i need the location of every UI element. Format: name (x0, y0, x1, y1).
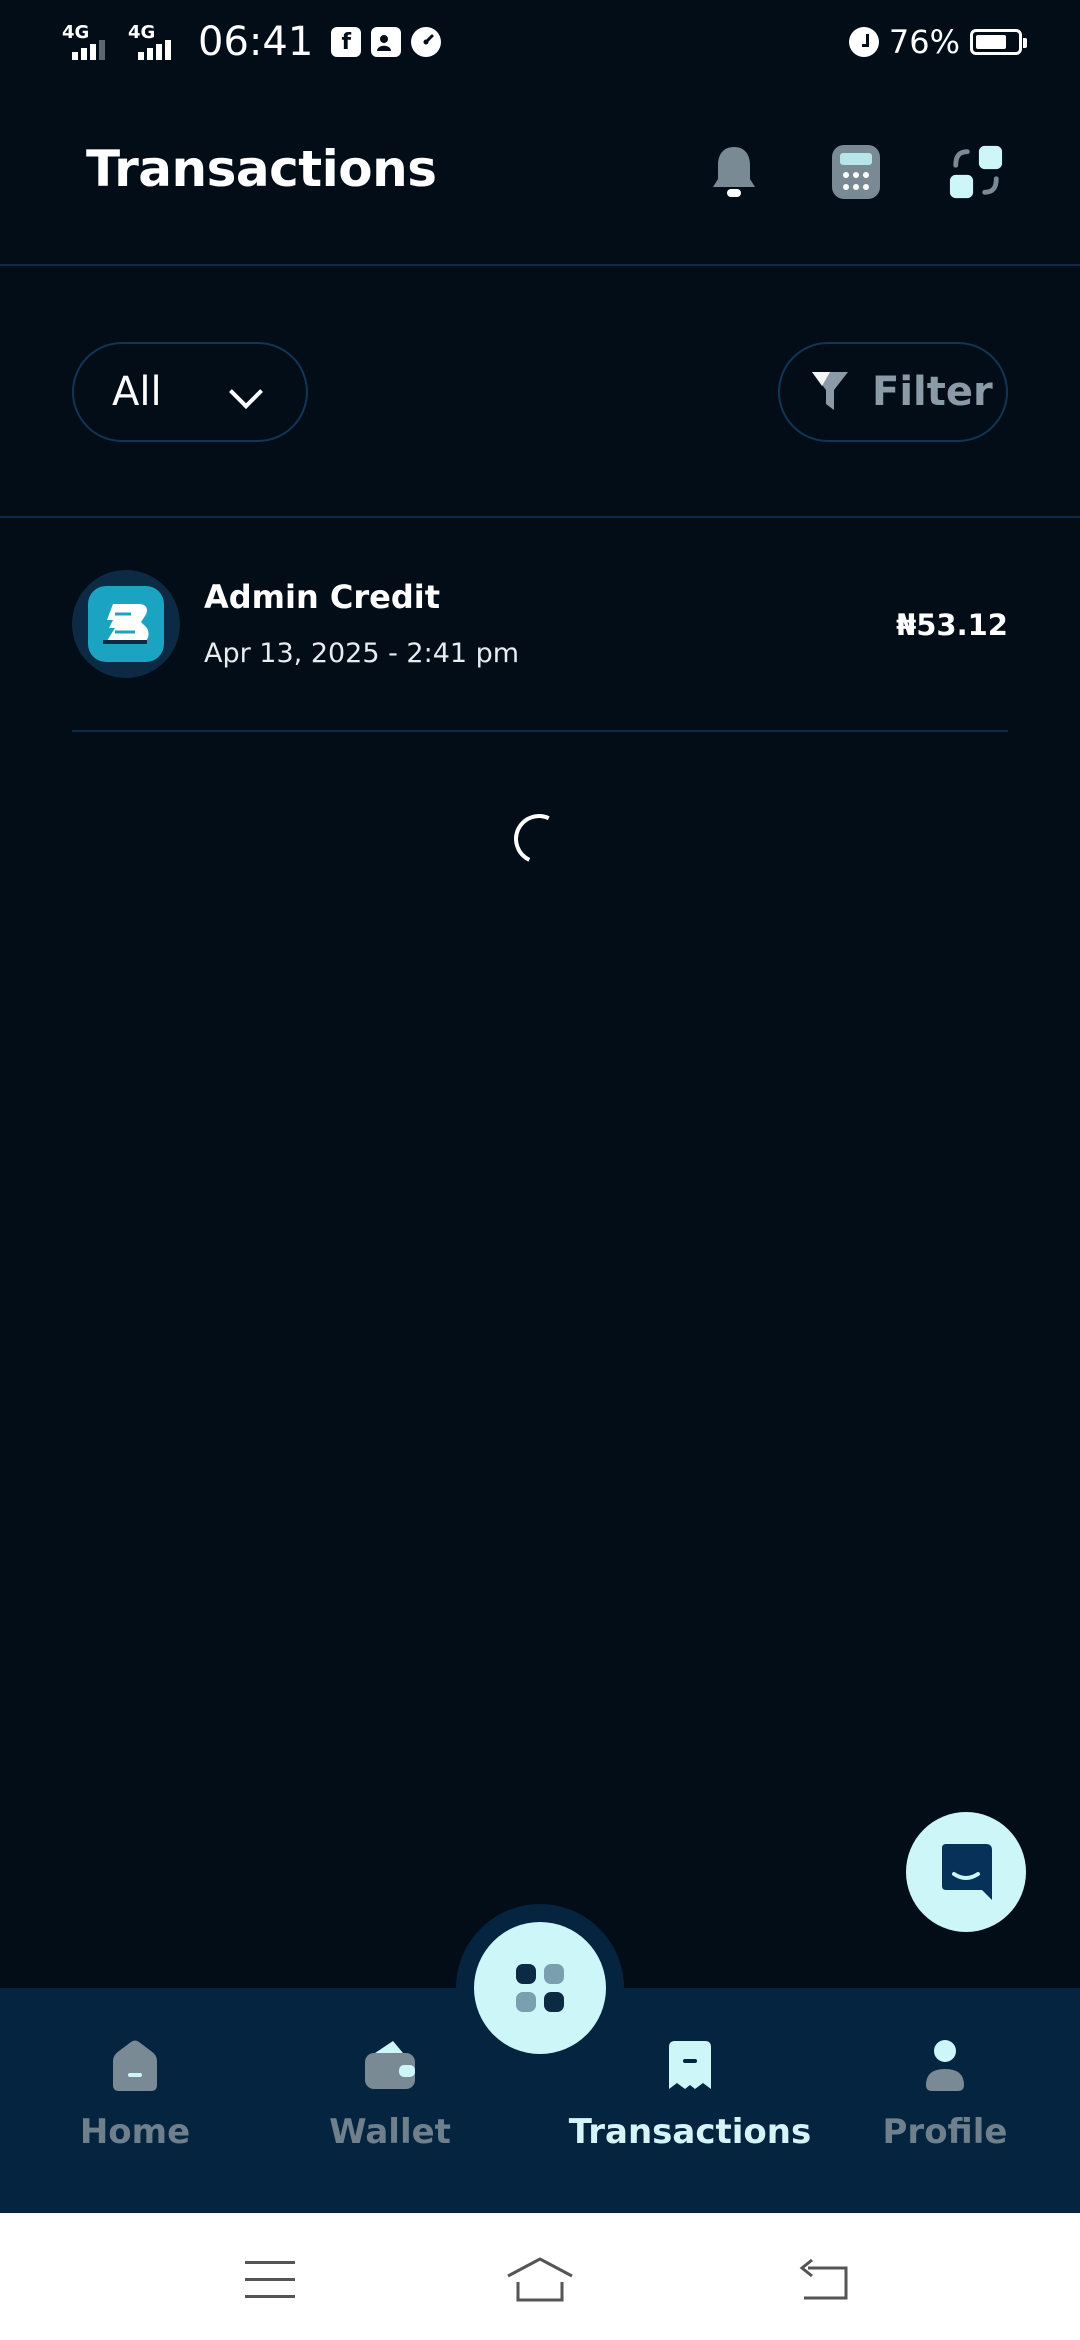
nav-profile[interactable]: Profile (835, 2030, 1055, 2180)
filter-label: Filter (872, 369, 993, 415)
filter-button[interactable]: Filter (778, 342, 1008, 442)
clock: 06:41 (198, 19, 314, 65)
merchant-logo (72, 570, 180, 678)
receipt-icon (665, 2030, 715, 2100)
nav-wallet[interactable]: Wallet (280, 2030, 500, 2180)
battery-percentage: 76% (888, 23, 960, 61)
filter-icon (812, 372, 848, 410)
page-title: Transactions (86, 140, 437, 198)
transaction-date: Apr 13, 2025 - 2:41 pm (204, 638, 520, 669)
back-icon[interactable] (784, 2250, 864, 2310)
transaction-type-select[interactable]: All (72, 342, 308, 442)
transaction-row[interactable]: Admin Credit Apr 13, 2025 - 2:41 pm ₦53.… (72, 570, 1008, 732)
apps-grid-icon[interactable] (948, 142, 1004, 202)
brand-logo-icon (103, 604, 149, 644)
nav-label: Home (79, 2112, 191, 2152)
calculator-icon[interactable] (828, 142, 884, 202)
nav-label: Transactions (568, 2112, 812, 2152)
bell-icon[interactable] (706, 142, 762, 202)
nav-home[interactable]: Home (25, 2030, 245, 2180)
filter-divider (0, 516, 1080, 518)
home-icon (107, 2030, 163, 2100)
chevron-down-icon (229, 375, 263, 409)
loading-spinner (506, 806, 572, 872)
profile-icon (922, 2030, 968, 2100)
grid-icon (516, 1964, 564, 2012)
contact-card-icon (371, 27, 402, 57)
header-divider (0, 264, 1080, 266)
facebook-icon: f (331, 27, 362, 57)
battery-icon (970, 29, 1027, 55)
transaction-type-value: All (112, 369, 162, 415)
transaction-amount: ₦53.12 (896, 608, 1008, 642)
signal-strength-icon: 4G (128, 22, 184, 62)
chat-icon (942, 1844, 992, 1900)
alarm-icon (848, 27, 879, 57)
nav-transactions[interactable]: Transactions (569, 2030, 811, 2180)
menu-icon[interactable] (230, 2250, 310, 2310)
signal-strength-icon: 4G (62, 22, 118, 62)
transaction-title: Admin Credit (204, 578, 441, 616)
nav-label: Profile (882, 2112, 1008, 2152)
home-nav-icon[interactable] (500, 2250, 580, 2310)
wallet-icon (361, 2030, 419, 2100)
speed-icon (411, 27, 442, 57)
row-divider (72, 730, 1008, 732)
status-bar: 4G 4G 06:41 f 76% (0, 0, 1080, 84)
nav-label: Wallet (329, 2112, 451, 2152)
support-chat-button[interactable] (906, 1812, 1026, 1932)
